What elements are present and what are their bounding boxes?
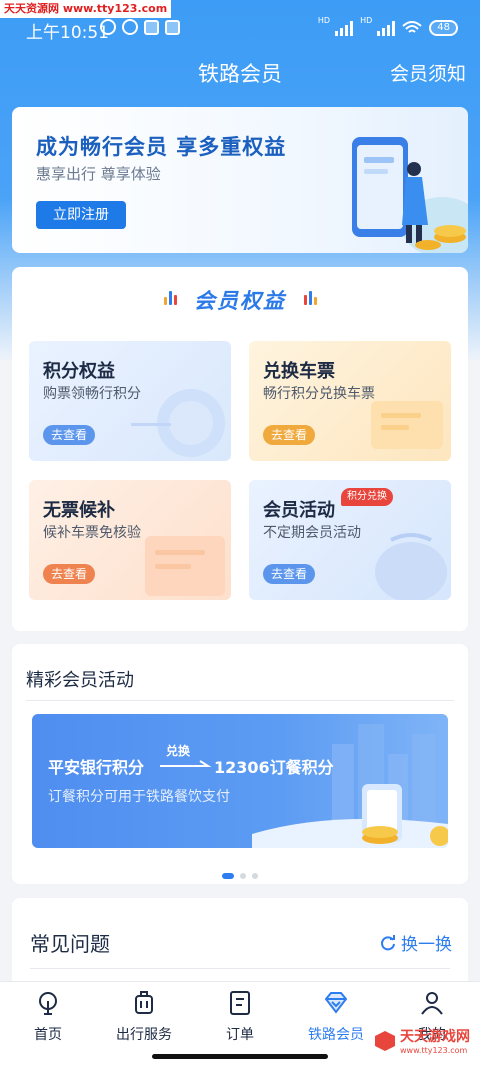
- watermark-url: www.tty123.com: [400, 1046, 468, 1055]
- luggage-icon: [135, 991, 153, 1014]
- carousel-dot[interactable]: [252, 873, 258, 879]
- battery-indicator: 48: [429, 20, 458, 36]
- carousel-indicator: [12, 864, 468, 883]
- app-notification-icon: [144, 19, 159, 35]
- activities-title: 精彩会员活动: [26, 670, 134, 691]
- tile-title: 无票候补: [43, 500, 115, 521]
- home-indicator[interactable]: [152, 1054, 328, 1059]
- activity-subtitle: 订餐积分可用于铁路餐饮支付: [48, 789, 230, 805]
- carousel-dot[interactable]: [222, 873, 234, 879]
- points-exchange-badge: 积分兑换: [341, 488, 393, 506]
- tile-subtitle: 购票领畅行积分: [43, 386, 141, 402]
- tab-label: 订单: [226, 1027, 254, 1043]
- signal-icon: [377, 20, 396, 36]
- status-notification-icons: [100, 19, 180, 35]
- decoration-bars-icon: [304, 289, 317, 305]
- tile-points-rights[interactable]: 积分权益 购票领畅行积分 去查看: [29, 341, 231, 461]
- tile-subtitle: 不定期会员活动: [263, 525, 361, 541]
- diamond-icon: [324, 992, 348, 1014]
- app-notification-icon: [165, 19, 180, 35]
- banner-subtitle: 惠享出行 尊享体验: [36, 165, 161, 183]
- refresh-label: 换一换: [401, 935, 452, 955]
- tab-label: 铁路会员: [308, 1027, 364, 1043]
- tile-exchange-ticket[interactable]: 兑换车票 畅行积分兑换车票 去查看: [249, 341, 451, 461]
- tile-title: 会员活动: [263, 500, 335, 521]
- view-button[interactable]: 去查看: [263, 425, 316, 445]
- carousel-dot[interactable]: [240, 873, 246, 879]
- activities-card: 精彩会员活动 平安银行积分 兑换 12306订餐积分 订餐积分可用于铁路餐饮支付: [12, 644, 468, 884]
- tile-title: 积分权益: [43, 361, 115, 382]
- watermark-name: 天天游戏网: [400, 1029, 470, 1045]
- signal-icon: [335, 20, 354, 36]
- activity-to-text: 12306订餐积分: [214, 758, 334, 777]
- refresh-icon: [381, 934, 395, 950]
- status-time: 上午10:51: [26, 23, 109, 43]
- member-notice-link[interactable]: 会员须知: [390, 59, 466, 86]
- watermark-logo-icon: [375, 1030, 395, 1051]
- tab-railway-member[interactable]: 铁路会员: [288, 990, 384, 1044]
- tab-label: 首页: [34, 1027, 62, 1043]
- view-button[interactable]: 去查看: [43, 564, 96, 584]
- divider: [26, 700, 454, 701]
- watermark-bottom: 天天游戏网 www.tty123.com: [374, 1026, 470, 1055]
- rights-header: 会员权益: [12, 285, 468, 315]
- tab-travel-services[interactable]: 出行服务: [96, 990, 192, 1044]
- arrow-right-icon: [160, 760, 212, 767]
- home-icon: [39, 992, 57, 1015]
- tile-subtitle: 候补车票免核验: [43, 525, 141, 541]
- wifi-icon: [402, 21, 422, 33]
- alarm-icon: [122, 19, 138, 35]
- mute-icon: [100, 19, 116, 35]
- faq-title: 常见问题: [30, 932, 110, 956]
- view-button[interactable]: 去查看: [43, 425, 96, 445]
- tile-waitlist[interactable]: 无票候补 候补车票免核验 去查看: [29, 480, 231, 600]
- tab-label: 出行服务: [116, 1027, 172, 1043]
- watermark-top: 天天资源网 www.tty123.com: [0, 0, 172, 18]
- order-icon: [230, 991, 250, 1015]
- member-rights-card: 会员权益 积分权益 购票领畅行积分 去查看 兑换车票 畅行积分兑换车票 去查看 …: [12, 267, 468, 631]
- status-bar: 上午10:51 HD HD 48: [0, 14, 480, 44]
- divider: [30, 968, 450, 969]
- tab-orders[interactable]: 订单: [192, 990, 288, 1044]
- activity-exchange-label: 兑换: [166, 744, 191, 758]
- tile-title: 兑换车票: [263, 361, 335, 382]
- tile-member-activities[interactable]: 积分兑换 会员活动 不定期会员活动 去查看: [249, 480, 451, 600]
- tab-home[interactable]: 首页: [0, 990, 96, 1044]
- app-header: 铁路会员 会员须知: [0, 52, 480, 96]
- rights-title: 会员权益: [194, 289, 286, 313]
- view-button[interactable]: 去查看: [263, 564, 316, 584]
- tile-subtitle: 畅行积分兑换车票: [263, 386, 375, 402]
- decoration-bars-icon: [164, 289, 177, 305]
- status-system-icons: HD HD 48: [318, 16, 458, 36]
- refresh-button[interactable]: 换一换: [380, 930, 452, 955]
- activity-from-text: 平安银行积分: [48, 758, 145, 777]
- city-train-illustration: [252, 724, 448, 848]
- register-button[interactable]: 立即注册: [36, 201, 126, 229]
- banner-title: 成为畅行会员 享多重权益: [36, 135, 287, 159]
- activity-banner[interactable]: 平安银行积分 兑换 12306订餐积分 订餐积分可用于铁路餐饮支付: [32, 714, 448, 848]
- phone-illustration: [352, 137, 468, 253]
- register-banner[interactable]: 成为畅行会员 享多重权益 惠享出行 尊享体验 立即注册: [12, 107, 468, 253]
- user-icon: [421, 992, 443, 1015]
